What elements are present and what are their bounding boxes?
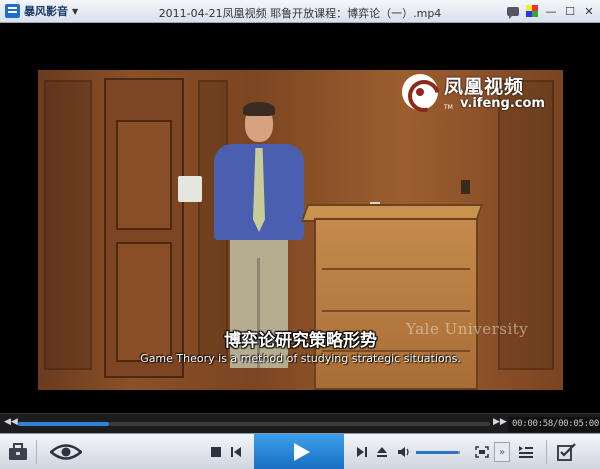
video-area[interactable]: Yale University 博弈论研究策略形势 Game Theory is… — [0, 24, 600, 413]
control-bar: » — [0, 433, 600, 469]
brand-menu[interactable]: 暴风影音 ▼ — [0, 0, 95, 23]
wall-outlet — [461, 180, 470, 194]
previous-icon — [231, 447, 241, 457]
next-button[interactable] — [354, 444, 370, 460]
fullscreen-button[interactable] — [474, 444, 490, 460]
ifeng-watermark: 凤凰视频 TM v.ifeng.com — [402, 72, 552, 116]
skin-icon — [526, 5, 538, 17]
eject-button[interactable] — [374, 444, 390, 460]
window-controls: — ☐ ✕ — [505, 3, 597, 19]
chevron-down-icon: ▼ — [72, 6, 79, 16]
eye-button[interactable] — [48, 440, 84, 464]
ifeng-url: v.ifeng.com — [460, 96, 545, 111]
title-bar: 暴风影音 ▼ 2011-04-21凤凰视频 耶鲁开放课程：博弈论（一）.mp4 … — [0, 0, 600, 23]
checklist-icon — [557, 443, 576, 461]
seek-back-icon[interactable]: ◀◀ — [4, 417, 18, 427]
volume-slider[interactable] — [416, 451, 460, 454]
fullscreen-icon — [475, 446, 489, 458]
ifeng-logo-icon — [402, 74, 438, 110]
subtitle-english: Game Theory is a method of studying stra… — [140, 352, 461, 365]
previous-button[interactable] — [228, 444, 244, 460]
toolbox-icon — [9, 443, 27, 460]
seek-bar[interactable] — [18, 422, 490, 426]
time-display: 00:00:58/00:05:00 — [508, 417, 600, 432]
eject-icon — [377, 447, 387, 457]
chat-button[interactable] — [505, 3, 521, 19]
stop-button[interactable] — [208, 444, 224, 460]
wall-phone — [178, 176, 202, 202]
trademark: TM — [444, 104, 453, 111]
eye-icon — [50, 444, 82, 460]
maximize-button[interactable]: ☐ — [562, 3, 578, 19]
next-icon — [357, 447, 367, 457]
skin-button[interactable] — [524, 3, 540, 19]
close-button[interactable]: ✕ — [581, 3, 597, 19]
lecturer-hair — [243, 102, 275, 116]
seek-forward-icon[interactable]: ▶▶ — [493, 417, 507, 427]
brand-name: 暴风影音 — [24, 5, 68, 18]
video-frame[interactable]: Yale University 博弈论研究策略形势 Game Theory is… — [38, 70, 563, 390]
play-button[interactable] — [254, 434, 344, 469]
ifeng-watermark-text: 凤凰视频 — [444, 76, 525, 98]
stop-icon — [211, 447, 221, 457]
settings-button[interactable] — [556, 441, 578, 463]
playlist-icon — [519, 446, 533, 458]
storm-logo-icon — [5, 4, 20, 18]
volume-slider-fill — [416, 451, 458, 454]
minimize-button[interactable]: — — [543, 3, 559, 19]
playlist-button[interactable] — [516, 443, 536, 461]
double-chevron-right-icon: » — [498, 446, 506, 458]
volume-button[interactable] — [396, 444, 412, 460]
seek-bar-fill — [18, 422, 110, 426]
volume-icon — [398, 447, 409, 457]
subtitle-chinese: 博弈论研究策略形势 — [224, 331, 377, 351]
expand-panel-button[interactable]: » — [494, 442, 510, 462]
chat-icon — [507, 6, 519, 19]
play-icon — [294, 443, 310, 461]
progress-row: ◀◀ ▶▶ 00:00:58/00:05:00 — [0, 413, 600, 433]
toolbox-button[interactable] — [6, 440, 30, 464]
